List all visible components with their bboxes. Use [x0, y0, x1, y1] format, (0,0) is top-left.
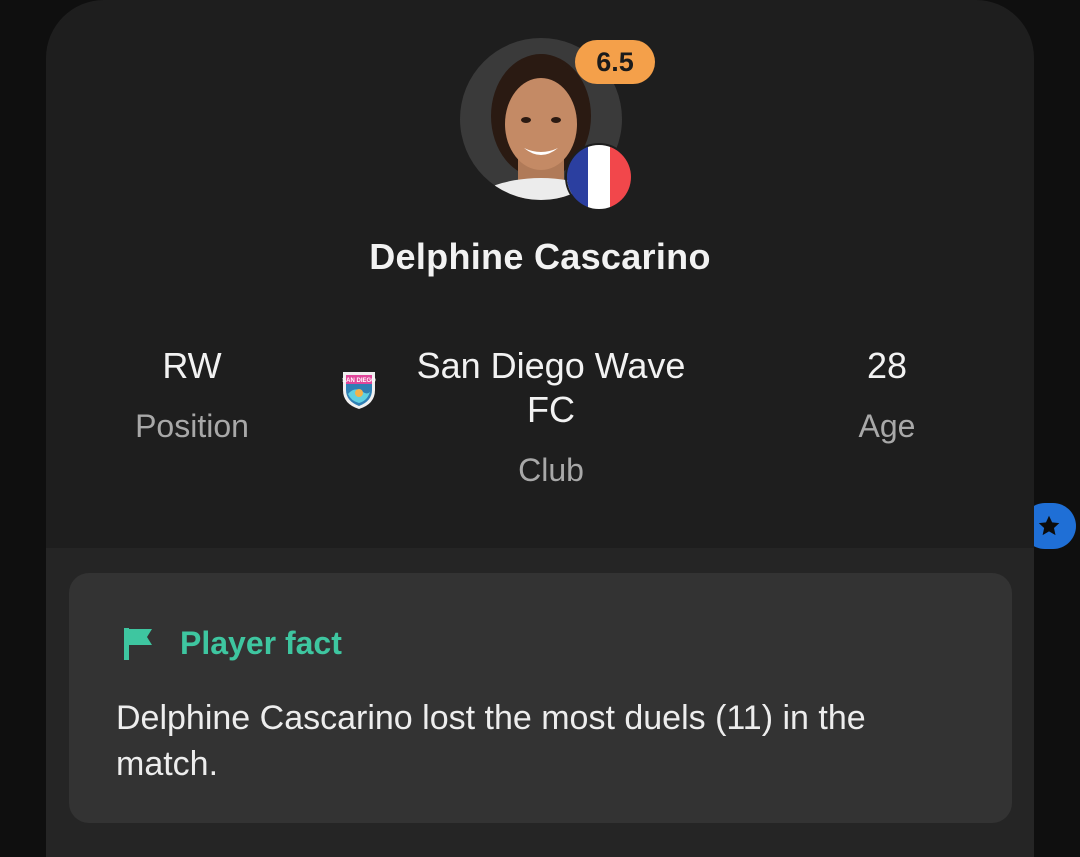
- player-fact-header: Player fact: [122, 625, 342, 662]
- age-value: 28: [866, 345, 908, 386]
- position-label: Position: [135, 408, 249, 444]
- flag-stripe-white: [588, 145, 610, 209]
- rating-badge: 6.5: [575, 40, 655, 84]
- club-logo-icon[interactable]: SAN DIEGO: [339, 368, 379, 410]
- flag-stripe-red: [609, 145, 631, 209]
- stat-club[interactable]: San Diego Wave FC Club: [396, 344, 706, 490]
- player-name: Delphine Cascarino: [369, 236, 711, 277]
- player-sheet: 6.5 Delphine Cascarino RW Position SAN D…: [46, 0, 1034, 857]
- club-label: Club: [518, 452, 584, 488]
- player-fact-text: Delphine Cascarino lost the most duels (…: [116, 699, 866, 783]
- club-logo-text: SAN DIEGO: [342, 378, 376, 384]
- player-fact-title: Player fact: [180, 625, 342, 661]
- player-fact-card: Player fact Delphine Cascarino lost the …: [69, 573, 1012, 823]
- flag-icon: [124, 627, 152, 660]
- stat-position: RW Position: [92, 344, 292, 446]
- star-icon: [1038, 515, 1060, 536]
- club-value: San Diego Wave FC: [416, 345, 686, 430]
- stat-age: 28 Age: [787, 344, 987, 446]
- nationality-flag-icon: [565, 143, 633, 211]
- age-label: Age: [858, 408, 916, 444]
- position-value: RW: [162, 345, 222, 386]
